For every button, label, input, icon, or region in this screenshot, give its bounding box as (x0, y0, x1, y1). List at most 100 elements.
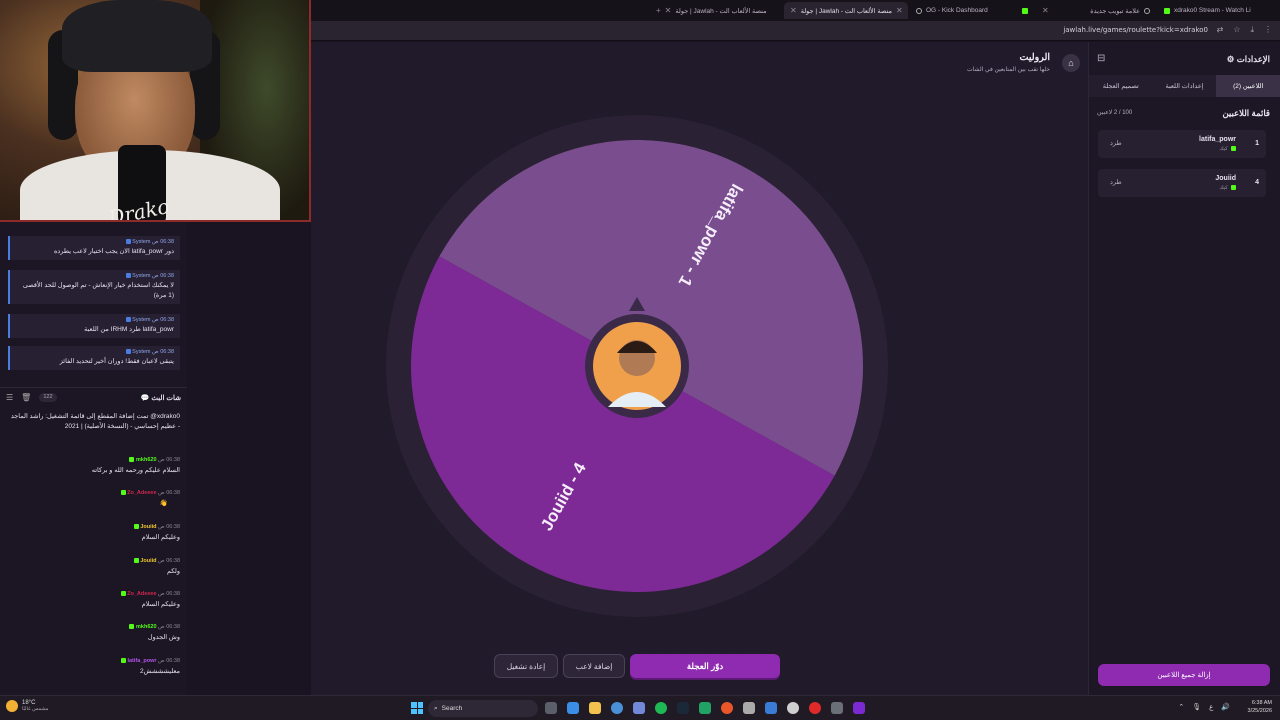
browser-toolbar: ⇄ ☆ ⤓ ⋮ (1217, 25, 1272, 35)
steam-icon[interactable] (677, 702, 689, 714)
star-icon[interactable]: ☆ (1233, 25, 1240, 35)
kick-icon (1164, 7, 1170, 14)
kick-player-button[interactable]: طرد (1110, 178, 1122, 186)
globe-icon (1144, 7, 1150, 14)
settings-tabs: اللاعبين (2) إعدادات اللعبة تصميم العجلة (1089, 75, 1280, 97)
tab-jawlah-active[interactable]: ✕ جولة | Jawlah - منصة الألعاب الت ✕ (784, 2, 908, 19)
close-icon[interactable]: ✕ (665, 6, 672, 15)
home-icon: ⌂ (1068, 58, 1074, 68)
menu-icon[interactable]: ⋮ (1264, 25, 1272, 35)
kick-badge-icon (133, 558, 139, 564)
add-player-button[interactable]: إضافة لاعب (563, 654, 625, 678)
copilot-icon[interactable] (567, 702, 579, 714)
weather-widget[interactable]: 18°C مشمس غالبًا (6, 700, 49, 712)
clock[interactable]: 6:38 AM 3/25/2026 (1248, 700, 1272, 716)
chat-username[interactable]: latifa_powr (127, 658, 156, 664)
tab-players[interactable]: اللاعبين (2) (1216, 75, 1280, 97)
chat-count-badge: 122 (39, 393, 57, 402)
roulette-main: ⌂ الروليت خلها تقب بين المتابعين في الشا… (311, 42, 1088, 695)
chat-message-text: وعليكم السلام (141, 601, 180, 608)
app-icon[interactable] (831, 702, 843, 714)
system-message-text: دور latifa_powr الان يجب اختيار لاعب يطر… (54, 248, 174, 255)
chat-message-text: السلام عليكم ورحمه الله و بركاته (91, 467, 180, 474)
tab-game-settings[interactable]: إعدادات اللعبة (1153, 75, 1217, 97)
player-row: 1 latifa_powr كيك طرد (1098, 130, 1266, 158)
chevron-up-icon[interactable]: ⌃ (1178, 703, 1184, 711)
chat-panel: 06:38 ص System دور latifa_powr الان يجب … (0, 222, 187, 695)
kick-badge-icon (133, 524, 139, 530)
speaker-icon[interactable]: 🔊 (1221, 703, 1230, 711)
player-name: latifa_powr (1199, 136, 1236, 143)
spotify-icon[interactable] (655, 702, 667, 714)
mic-icon[interactable]: 🎙 (1192, 703, 1201, 711)
tab-label: جولة | Jawlah - منصة الألعاب الت (800, 7, 892, 15)
settings-title: الإعدادات ⚙ (1226, 54, 1270, 64)
home-button[interactable]: ⌂ (1062, 54, 1080, 72)
new-tab-icon[interactable]: + (656, 6, 661, 15)
roulette-wheel[interactable]: latifa_powr - 1Jouiid - 4 (386, 115, 888, 617)
chat-message: 06:38 ص Jouiid وعليكم السلام (8, 524, 180, 543)
chat-title: شات البث 💬 (140, 394, 181, 402)
search-icon: ⌕ (434, 704, 438, 712)
kick-icon (1231, 146, 1236, 152)
excel-icon[interactable] (699, 702, 711, 714)
chat-message-text: xdrako0@ تمت إضافة المقطع إلى قائمة التش… (10, 413, 180, 430)
chat-message-text: معليشششش2 (139, 668, 180, 675)
chrome-icon[interactable] (611, 702, 623, 714)
download-icon[interactable]: ⤓ (1250, 25, 1254, 35)
player-platform: كيك (1220, 146, 1236, 152)
extensions-icon[interactable]: ⇄ (1217, 25, 1224, 35)
windows-taskbar: 18°C مشمس غالبًا ⌕ Search ⌃ 🎙 ع 🔊 6:38 A… (0, 695, 1280, 720)
discord-icon[interactable] (633, 702, 645, 714)
obs-icon[interactable] (721, 702, 733, 714)
file-explorer-icon[interactable] (589, 702, 601, 714)
player-name: Jouiid (1215, 175, 1236, 182)
chat-username[interactable]: Jouiid (140, 524, 156, 530)
app-icon[interactable] (787, 702, 799, 714)
player-row: 4 Jouiid كيك طرد (1098, 169, 1266, 197)
windows-start-icon[interactable] (411, 702, 423, 714)
app-icon[interactable] (765, 702, 777, 714)
kick-player-button[interactable]: طرد (1110, 139, 1122, 147)
chat-username[interactable]: Zo_Adeeee (127, 591, 156, 597)
taskbar-search[interactable]: ⌕ Search (428, 700, 538, 717)
spin-wheel-button[interactable]: دوّر العجلة (630, 654, 780, 678)
panel-collapse-icon[interactable]: ⊟ (1097, 53, 1105, 64)
app-icon[interactable] (743, 702, 755, 714)
remove-all-players-button[interactable]: إزالة جميع اللاعبين (1098, 664, 1270, 686)
chat-message: 06:38 ص latifa_powr معليشششش2 (8, 658, 180, 677)
tab-label: xdrako0 Stream - Watch Li (1174, 7, 1251, 14)
tab-new[interactable]: ✕ علامة تبويب جديدة (1036, 2, 1156, 19)
tab-stream[interactable]: xdrako0 Stream - Watch Li (1158, 2, 1276, 19)
webcam-overlay: Drako (0, 0, 311, 222)
close-icon[interactable]: ✕ (896, 6, 903, 15)
tab-jawlah[interactable]: + ✕ جولة | Jawlah - منصة الألعاب الت (650, 2, 780, 19)
task-view-icon[interactable] (545, 702, 557, 714)
chat-bubble-icon: 💬 (140, 394, 150, 402)
close-icon[interactable]: ✕ (790, 6, 797, 15)
system-message-text: لا يمكنك استخدام خيار الإنعاش - تم الوصو… (22, 282, 174, 299)
list-icon[interactable]: ☰ (6, 393, 13, 402)
tab-wheel-design[interactable]: تصميم العجلة (1089, 75, 1153, 97)
chat-header: ☰ 🗑 122 شات البث 💬 (0, 387, 187, 407)
chat-username[interactable]: Jouiid (140, 558, 156, 564)
kick-icon (1231, 185, 1236, 191)
system-tray: ⌃ 🎙 ع 🔊 (1178, 703, 1230, 711)
url-field[interactable]: jawlah.live/games/roulette?kick=xdrako0 (1063, 26, 1208, 34)
streamer-cap (62, 0, 212, 72)
app-icon[interactable] (853, 702, 865, 714)
system-badge-icon (125, 273, 131, 279)
close-icon[interactable]: ✕ (1042, 6, 1049, 15)
restart-button[interactable]: إعادة تشغيل (494, 654, 558, 678)
chat-username[interactable]: mkh620 (136, 457, 157, 463)
player-number: 4 (1255, 179, 1259, 186)
tab-label: OG - Kick Dashboard (926, 7, 988, 14)
language-indicator[interactable]: ع (1209, 703, 1213, 711)
trash-icon[interactable]: 🗑 (21, 393, 31, 402)
chat-username[interactable]: Zo_Adeeee (127, 490, 156, 496)
chat-username[interactable]: mkh620 (136, 624, 157, 630)
youtube-icon[interactable] (809, 702, 821, 714)
weather-desc: مشمس غالبًا (22, 706, 49, 712)
tab-kick-dashboard[interactable]: OG - Kick Dashboard (910, 2, 1034, 19)
kick-badge-icon (129, 457, 135, 463)
